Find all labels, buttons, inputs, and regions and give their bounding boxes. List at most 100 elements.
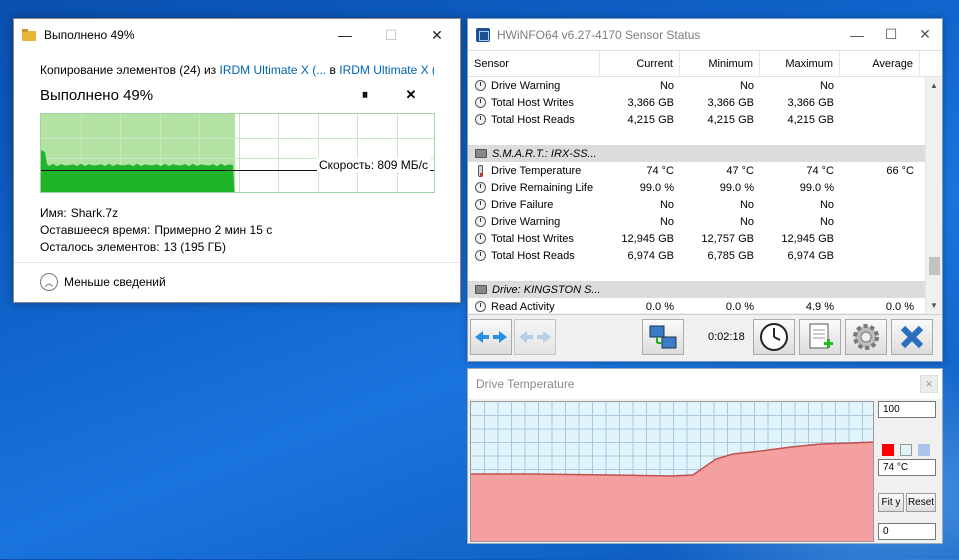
maximize-button[interactable]: ☐ xyxy=(368,19,414,51)
minimize-button[interactable]: — xyxy=(840,19,874,51)
cell-min: 4,215 GB xyxy=(680,114,760,126)
destination-link[interactable]: IRDM Ultimate X (... xyxy=(339,63,434,77)
cell-text: No xyxy=(819,79,834,92)
sensor-table-header: Sensor Current Minimum Maximum Average xyxy=(468,51,942,77)
grid-color-swatch[interactable] xyxy=(918,444,930,456)
cell-text: 6,974 GB xyxy=(787,249,834,262)
graph-titlebar: Drive Temperature ✕ xyxy=(468,369,942,399)
line-color-swatch[interactable] xyxy=(882,444,894,456)
hwinfo-app-icon xyxy=(476,27,490,42)
scroll-down-icon[interactable]: ▼ xyxy=(926,297,942,313)
cancel-copy-button[interactable]: ✕ xyxy=(388,87,434,103)
close-button[interactable]: ✕ xyxy=(414,19,460,51)
cell-max: 12,945 GB xyxy=(760,233,840,245)
cell-text: 4,215 GB xyxy=(707,113,754,126)
sensor-row[interactable]: Drive Remaining Life 99.0 % 99.0 % 99.0 % xyxy=(468,179,942,196)
close-button[interactable]: ✕ xyxy=(908,19,942,51)
cell-avg: 0.0 % xyxy=(840,301,920,313)
scroll-up-icon[interactable]: ▲ xyxy=(926,77,942,94)
sensor-gauge-icon xyxy=(475,216,486,227)
cell-text: 12,945 GB xyxy=(621,232,674,245)
column-header-maximum[interactable]: Maximum xyxy=(760,51,840,76)
hwinfo-sensor-window: HWiNFO64 v6.27-4170 Sensor Status — ☐ ✕ … xyxy=(467,18,943,362)
sensor-group-row[interactable]: S.M.A.R.T.: IRX-SS... xyxy=(468,145,942,162)
transfer-speed-graph: Скорость: 809 МБ/с xyxy=(40,113,435,193)
maximize-button[interactable]: ☐ xyxy=(874,19,908,51)
reset-button[interactable]: Reset xyxy=(906,493,936,512)
column-header-current[interactable]: Current xyxy=(600,51,680,76)
background-color-swatch[interactable] xyxy=(900,444,912,456)
column-header-minimum[interactable]: Minimum xyxy=(680,51,760,76)
sensor-group-row[interactable]: Drive: KINGSTON S... xyxy=(468,281,942,298)
items-remaining-label: Осталось элементов: xyxy=(40,240,160,254)
graph-title: Drive Temperature xyxy=(476,377,575,391)
cell-max: 74 °C xyxy=(760,165,840,177)
cell-min: 99.0 % xyxy=(680,182,760,194)
cell-cur: 99.0 % xyxy=(600,182,680,194)
less-details-toggle[interactable]: ︿ Меньше сведений xyxy=(40,273,166,291)
copy-titlebar: Выполнено 49% — ☐ ✕ xyxy=(14,19,460,51)
report-add-icon[interactable] xyxy=(799,319,841,355)
cell-text: 6,785 GB xyxy=(707,249,754,262)
thermometer-icon xyxy=(478,164,483,177)
graph-max-field[interactable]: 100 xyxy=(878,401,936,418)
minimize-button[interactable]: — xyxy=(322,19,368,51)
close-x-icon[interactable] xyxy=(891,319,933,355)
sensor-row[interactable] xyxy=(468,264,942,281)
sensor-gauge-icon xyxy=(475,199,486,210)
graph-current-field: 74 °C xyxy=(878,459,936,476)
cell-text: Drive Remaining Life xyxy=(491,181,594,194)
pause-button[interactable]: ⏸ xyxy=(342,87,388,103)
cell-text: Total Host Reads xyxy=(491,249,575,262)
sensor-gauge-icon xyxy=(475,182,486,193)
cell-max: No xyxy=(760,199,840,211)
cell-min: 12,757 GB xyxy=(680,233,760,245)
close-icon[interactable]: ✕ xyxy=(920,375,938,393)
cell-name: S.M.A.R.T.: IRX-SS... xyxy=(468,148,600,160)
cell-cur: No xyxy=(600,216,680,228)
speed-label: Скорость: 809 МБ/с xyxy=(316,158,430,172)
sensor-row[interactable]: Drive Warning No No No xyxy=(468,77,942,94)
arrows-left-right-disabled-icon[interactable] xyxy=(514,319,556,355)
copy-prefix-text: Копирование элементов (24) из xyxy=(40,63,220,77)
cell-text: Drive Failure xyxy=(491,198,554,211)
sensor-table: Sensor Current Minimum Maximum Average D… xyxy=(468,50,942,313)
cell-name: Drive Remaining Life xyxy=(468,182,600,194)
sensor-row[interactable]: Drive Failure No No No xyxy=(468,196,942,213)
cell-name: Drive Warning xyxy=(468,80,600,92)
hwinfo-titlebar: HWiNFO64 v6.27-4170 Sensor Status — ☐ ✕ xyxy=(468,19,942,50)
graph-min-field[interactable]: 0 xyxy=(878,523,936,540)
source-link[interactable]: IRDM Ultimate X (... xyxy=(220,63,327,77)
hwinfo-window-title: HWiNFO64 v6.27-4170 Sensor Status xyxy=(497,27,701,42)
drive-icon xyxy=(475,149,487,158)
cell-text: 66 °C xyxy=(886,164,914,177)
scrollbar-thumb[interactable] xyxy=(929,257,940,275)
items-remaining-value: 13 (195 ГБ) xyxy=(163,240,227,254)
sensor-row[interactable]: Read Activity 0.0 % 0.0 % 4.9 % 0.0 % xyxy=(468,298,942,313)
clock-icon[interactable] xyxy=(753,319,795,355)
cell-text: 4.9 % xyxy=(805,300,834,313)
column-header-average[interactable]: Average xyxy=(840,51,920,76)
time-remaining-label: Оставшееся время: xyxy=(40,223,151,237)
sensor-row[interactable]: Total Host Writes 12,945 GB 12,757 GB 12,94… xyxy=(468,230,942,247)
sensor-row[interactable]: Drive Warning No No No xyxy=(468,213,942,230)
drive-temperature-graph-window: Drive Temperature ✕ 100 74 °C Fit y Rese… xyxy=(467,368,943,544)
settings-gear-icon[interactable] xyxy=(845,319,887,355)
cell-text: Drive: KINGSTON S... xyxy=(492,283,600,296)
sensor-gauge-icon xyxy=(475,301,486,312)
sensor-row[interactable] xyxy=(468,128,942,145)
sensor-row[interactable]: Drive Temperature 74 °C 47 °C 74 °C 66 °C xyxy=(468,162,942,179)
fit-y-button[interactable]: Fit y xyxy=(878,493,904,512)
network-icon[interactable] xyxy=(642,319,684,355)
temperature-graph xyxy=(470,401,874,542)
cell-text: No xyxy=(739,79,754,92)
cell-text: No xyxy=(819,198,834,211)
arrows-left-right-icon[interactable] xyxy=(470,319,512,355)
column-header-sensor[interactable]: Sensor xyxy=(468,51,600,76)
sensor-row[interactable]: Total Host Reads 4,215 GB 4,215 GB 4,215 GB xyxy=(468,111,942,128)
sensor-row[interactable]: Total Host Writes 3,366 GB 3,366 GB 3,366 G… xyxy=(468,94,942,111)
cell-cur: 4,215 GB xyxy=(600,114,680,126)
sensor-row[interactable]: Total Host Reads 6,974 GB 6,785 GB 6,974 GB xyxy=(468,247,942,264)
cell-max: 4,215 GB xyxy=(760,114,840,126)
sensor-scrollbar[interactable]: ▲ ▼ xyxy=(925,77,942,313)
